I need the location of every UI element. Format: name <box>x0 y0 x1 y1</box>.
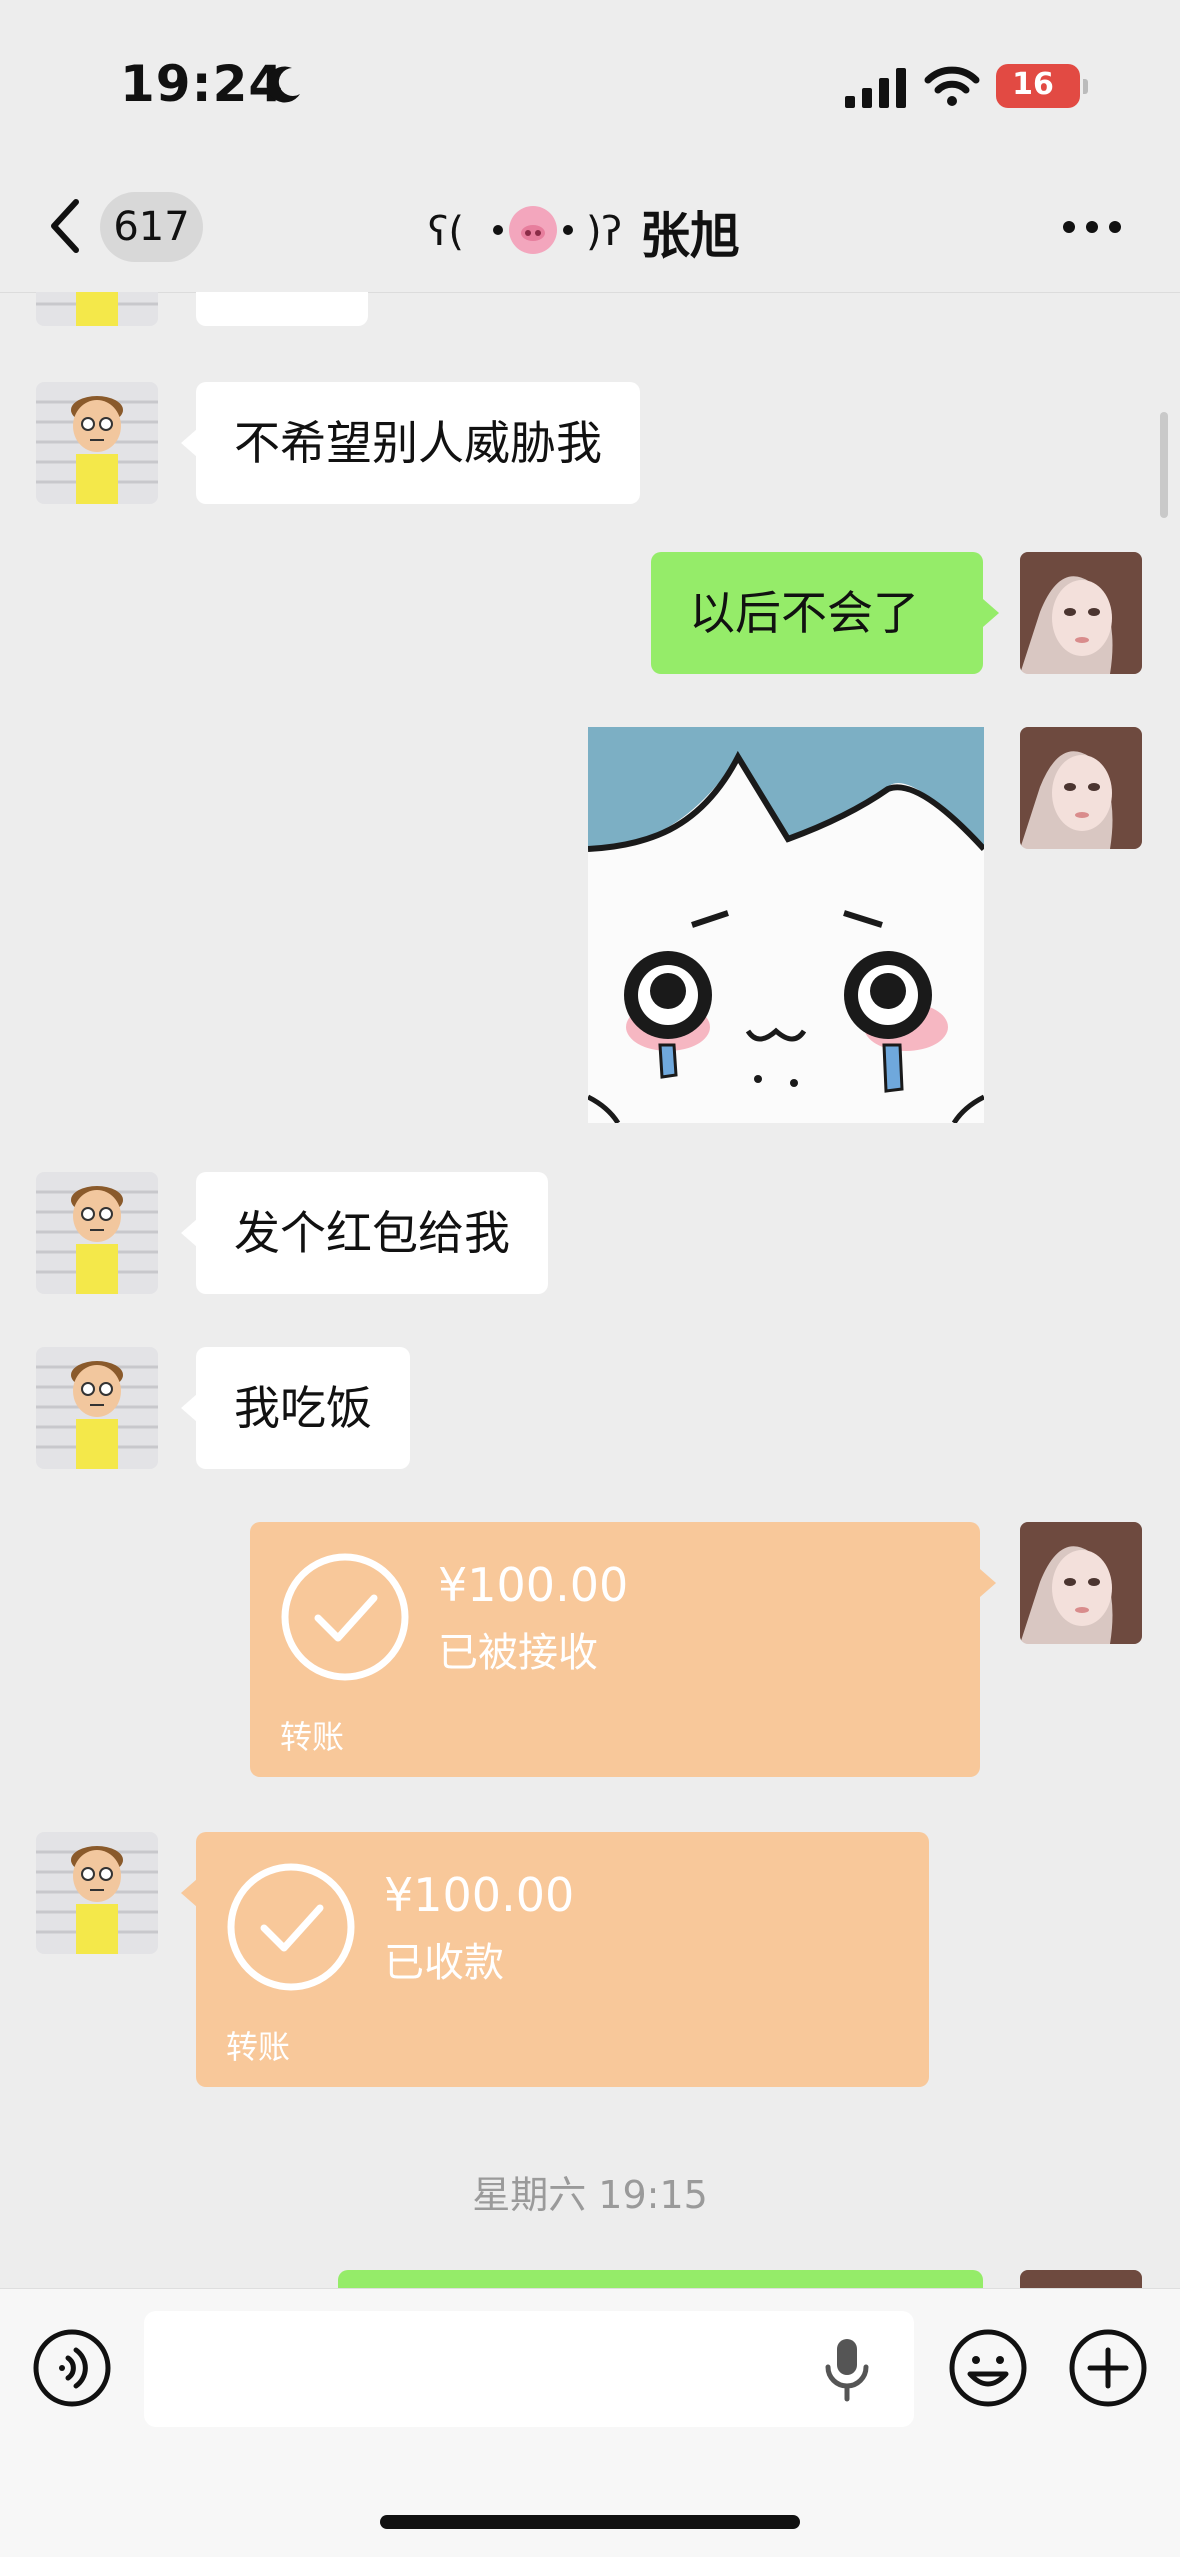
transfer-amount: ¥100.00 <box>384 1868 575 1922</box>
contact-avatar[interactable] <box>36 1832 158 1954</box>
battery-icon: 16 <box>996 64 1088 108</box>
status-time: 19:24 <box>120 55 285 113</box>
chat-title: 张旭 <box>640 207 740 265</box>
unread-count-badge[interactable]: 617 <box>100 192 203 262</box>
svg-text:)ʔ: )ʔ <box>586 209 622 255</box>
more-icon[interactable] <box>1062 220 1122 234</box>
pig-face-icon: ʕ( )ʔ <box>428 206 622 255</box>
sticker-image[interactable] <box>588 727 984 1123</box>
transfer-label: 转账 <box>280 1718 345 1756</box>
transfer-card-received[interactable]: ¥100.00 已收款 转账 <box>196 1832 929 2087</box>
chat-messages[interactable]: 不希望别人威胁我 以后不会了 发个红包给我 我吃饭 ¥100.00 已被接收 转… <box>0 292 1180 2288</box>
message-bubble-self[interactable] <box>338 2270 983 2288</box>
plus-icon[interactable] <box>1068 2328 1148 2408</box>
message-bubble-self[interactable]: 以后不会了 <box>651 552 983 674</box>
transfer-status: 已被接收 <box>438 1630 598 1676</box>
message-input[interactable] <box>144 2311 914 2427</box>
mic-icon[interactable] <box>820 2335 874 2405</box>
contact-avatar[interactable] <box>36 292 158 326</box>
contact-avatar[interactable] <box>36 1172 158 1294</box>
transfer-amount: ¥100.00 <box>438 1558 629 1612</box>
transfer-status: 已收款 <box>384 1940 504 1986</box>
home-indicator[interactable] <box>380 2515 800 2529</box>
transfer-label: 转账 <box>226 2028 291 2066</box>
scrollbar[interactable] <box>1160 412 1168 518</box>
check-circle-icon <box>281 1553 409 1681</box>
emoji-icon[interactable] <box>948 2328 1028 2408</box>
svg-text:ʕ(: ʕ( <box>428 209 464 255</box>
message-bubble[interactable]: 不希望别人威胁我 <box>196 382 640 504</box>
wifi-icon <box>924 66 980 106</box>
contact-avatar[interactable] <box>36 382 158 504</box>
message-bubble[interactable]: 发个红包给我 <box>196 1172 548 1294</box>
message-bubble[interactable]: 我吃饭 <box>196 1347 410 1469</box>
back-icon[interactable] <box>48 198 82 254</box>
transfer-card-sent[interactable]: ¥100.00 已被接收 转账 <box>250 1522 980 1777</box>
signal-icon <box>845 68 906 108</box>
battery-level: 16 <box>1012 67 1054 102</box>
moon-icon <box>266 66 300 103</box>
self-avatar[interactable] <box>1020 727 1142 849</box>
message-bubble[interactable] <box>196 292 368 326</box>
self-avatar[interactable] <box>1020 552 1142 674</box>
self-avatar[interactable] <box>1020 1522 1142 1644</box>
self-avatar[interactable] <box>1020 2270 1142 2288</box>
check-circle-icon <box>227 1863 355 1991</box>
time-divider: 星期六 19:15 <box>472 2173 708 2217</box>
voice-icon[interactable] <box>32 2328 112 2408</box>
contact-avatar[interactable] <box>36 1347 158 1469</box>
